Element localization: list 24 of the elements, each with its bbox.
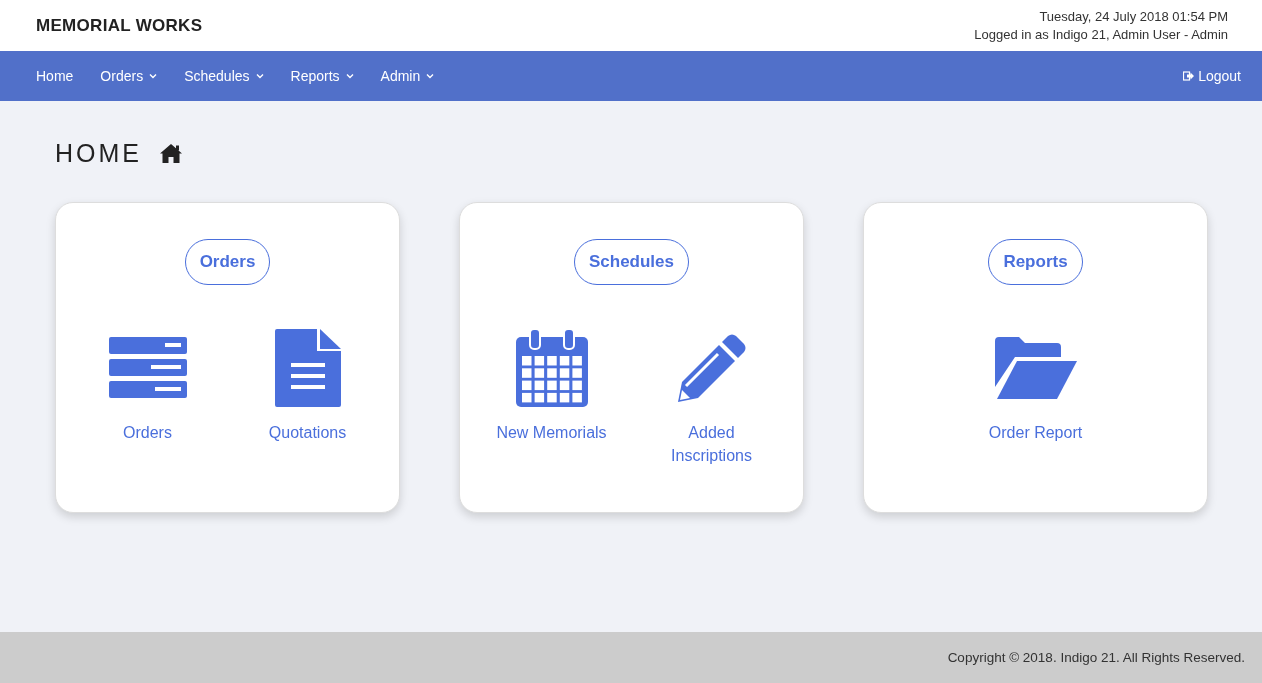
logout-link[interactable]: Logout bbox=[1183, 68, 1241, 84]
page-title: HOME bbox=[55, 139, 142, 168]
card-link[interactable]: New Memorials bbox=[496, 421, 607, 444]
nav-item[interactable]: Schedules bbox=[184, 68, 264, 84]
brand-title: MEMORIAL WORKS bbox=[36, 15, 203, 36]
login-info: Logged in as Indigo 21, Admin User - Admin bbox=[974, 25, 1228, 44]
chevron-down-icon bbox=[255, 73, 264, 79]
chevron-down-icon bbox=[345, 73, 354, 79]
date-time: Tuesday, 24 July 2018 01:54 PM bbox=[1039, 7, 1228, 26]
chevron-down-icon bbox=[426, 73, 435, 79]
chevron-down-icon bbox=[149, 73, 158, 79]
nav-item[interactable]: Admin bbox=[380, 68, 435, 84]
document-icon bbox=[274, 329, 341, 407]
card-link[interactable]: Order Report bbox=[988, 421, 1083, 444]
card-link[interactable]: Orders bbox=[123, 421, 172, 444]
card-link[interactable]: Quotations bbox=[268, 421, 347, 444]
nav-item[interactable]: Reports bbox=[290, 68, 354, 84]
copyright-text: Copyright © 2018. Indigo 21. All Rights Reserved. bbox=[947, 650, 1245, 665]
nav-item[interactable]: Orders bbox=[100, 68, 158, 84]
logout-icon bbox=[1183, 71, 1195, 81]
calendar-icon bbox=[515, 329, 588, 407]
nav-item[interactable]: Home bbox=[36, 68, 74, 84]
card-link[interactable]: Added Inscriptions bbox=[646, 421, 777, 467]
home-icon bbox=[160, 144, 182, 163]
